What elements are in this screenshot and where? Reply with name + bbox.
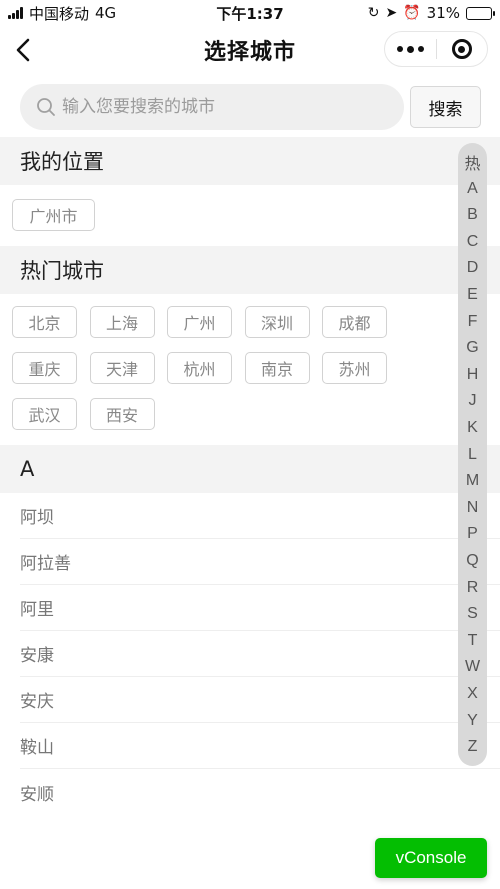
hot-cities-header: 热门城市 [0,246,500,294]
index-letter[interactable]: H [458,362,487,388]
index-letter[interactable]: E [458,282,487,308]
alphabet-index-bar[interactable]: 热ABCDEFGHJKLMNPQRSTWXYZ [458,143,487,766]
hot-city-chip[interactable]: 北京 [12,306,77,338]
index-letter[interactable]: X [458,681,487,707]
index-letter[interactable]: K [458,415,487,441]
my-location-city-chip[interactable]: 广州市 [12,199,95,231]
index-letter[interactable]: P [458,521,487,547]
index-letter[interactable]: C [458,229,487,255]
signal-icon [8,7,23,19]
city-list-item[interactable]: 鞍山 [20,723,500,769]
city-list-item[interactable]: 阿拉善 [20,539,500,585]
network-label: 4G [95,4,117,22]
hot-city-chip[interactable]: 上海 [89,306,155,338]
index-letter[interactable]: T [458,628,487,654]
index-letter[interactable]: Z [458,734,487,760]
orientation-lock-icon: ↻ [367,5,380,21]
hot-city-chip[interactable]: 深圳 [244,306,310,338]
search-icon [37,98,55,116]
target-close-icon[interactable] [436,32,487,66]
battery-icon [466,6,495,20]
status-left: 中国移动 4G [8,3,116,24]
my-location-header: 我的位置 [0,137,500,185]
status-right: ↻ ➤ ⏰ 31% [367,4,495,22]
index-letter[interactable]: N [458,495,487,521]
search-box[interactable] [20,84,404,130]
city-list-item[interactable]: 安庆 [20,677,500,723]
status-bar: 中国移动 4G 下午1:37 ↻ ➤ ⏰ 31% [0,0,500,26]
index-letter[interactable]: J [458,388,487,414]
index-letter[interactable]: R [458,575,487,601]
index-letter[interactable]: Y [458,708,487,734]
carrier-label: 中国移动 [29,4,90,23]
nav-bar: 选择城市 [0,26,500,74]
city-list-item[interactable]: 安顺 [20,769,500,815]
alarm-icon: ⏰ [403,5,421,21]
hot-city-chip[interactable]: 武汉 [12,398,77,430]
index-letter[interactable]: M [458,468,487,494]
index-letter[interactable]: L [458,442,487,468]
mini-program-capsule [384,31,488,67]
back-button[interactable] [10,35,40,65]
city-list-item[interactable]: 阿坝 [20,493,500,539]
index-letter[interactable]: D [458,255,487,281]
search-input[interactable] [62,97,382,117]
index-letter[interactable]: A [458,176,487,202]
city-list-item[interactable]: 阿里 [20,585,500,631]
index-letter[interactable]: 热 [458,149,487,175]
index-letter[interactable]: S [458,601,487,627]
hot-city-chip[interactable]: 成都 [322,306,387,338]
vconsole-button[interactable]: vConsole [375,838,487,878]
chevron-left-icon [16,38,30,62]
city-list-item[interactable]: 安康 [20,631,500,677]
search-button[interactable]: 搜索 [410,86,481,128]
hot-city-chip[interactable]: 苏州 [322,352,387,384]
index-letter[interactable]: B [458,202,487,228]
index-letter[interactable]: G [458,335,487,361]
battery-percent: 31% [426,4,460,22]
hot-city-chip[interactable]: 重庆 [12,352,77,384]
hot-city-chip[interactable]: 杭州 [167,352,232,384]
index-letter[interactable]: W [458,654,487,680]
status-time: 下午1:37 [216,4,284,23]
page-title: 选择城市 [203,40,296,65]
hot-city-chip[interactable]: 西安 [89,398,155,430]
index-letter[interactable]: F [458,309,487,335]
index-letter[interactable]: Q [458,548,487,574]
search-row: 搜索 [0,84,500,130]
hot-city-chip[interactable]: 天津 [89,352,155,384]
group-a-header: A [0,445,500,493]
hot-city-chip[interactable]: 南京 [244,352,310,384]
more-dots-icon[interactable] [385,32,436,66]
location-arrow-icon: ➤ [385,5,398,21]
hot-city-chip[interactable]: 广州 [167,306,232,338]
